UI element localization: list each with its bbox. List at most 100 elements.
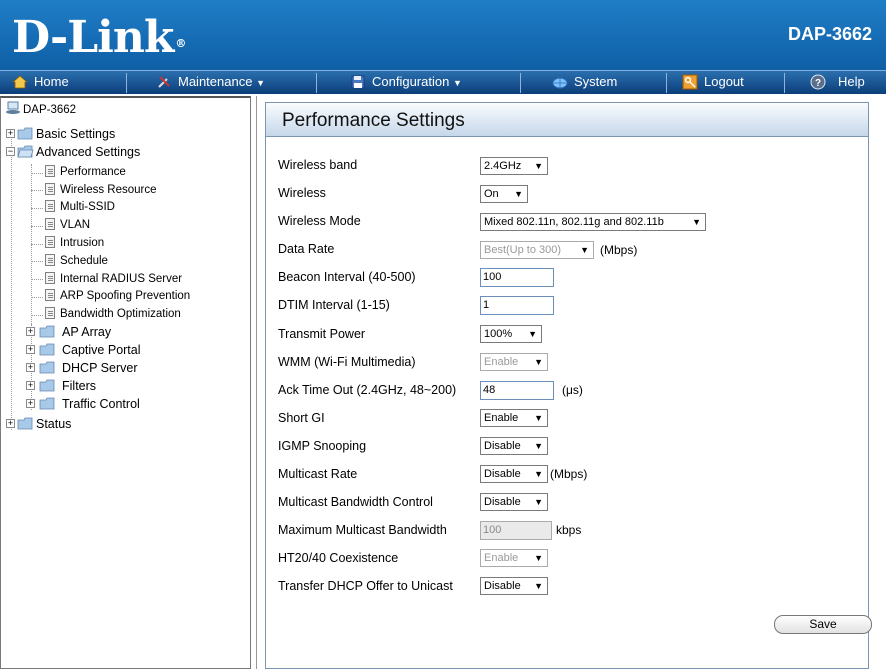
maximum-multicast-bandwidth-input[interactable]: 100 bbox=[480, 521, 552, 540]
tree-item-performance[interactable]: Performance bbox=[45, 164, 126, 181]
tree-collapser[interactable]: − bbox=[6, 147, 15, 156]
tree-item-dhcp-server[interactable]: DHCP Server bbox=[39, 360, 137, 377]
label-multicast-bandwidth-control: Multicast Bandwidth Control bbox=[278, 495, 433, 509]
menu-separator bbox=[316, 73, 317, 93]
label-multicast-rate: Multicast Rate bbox=[278, 467, 358, 481]
menu-separator bbox=[126, 73, 127, 93]
data-rate-select[interactable]: Best(Up to 300) ▼ bbox=[480, 241, 594, 259]
tools-icon bbox=[158, 75, 170, 88]
tree-item-bandwidth-optimization[interactable]: Bandwidth Optimization bbox=[45, 306, 181, 323]
tree-expander[interactable]: + bbox=[26, 363, 35, 372]
tree-item-multi-ssid[interactable]: Multi-SSID bbox=[45, 199, 115, 216]
home-icon bbox=[12, 75, 28, 88]
tree-item-intrusion[interactable]: Intrusion bbox=[45, 235, 104, 252]
label-dtim-interval: DTIM Interval (1-15) bbox=[278, 298, 390, 312]
computer-icon bbox=[6, 101, 20, 114]
maximum-multicast-bandwidth-unit: kbps bbox=[556, 523, 582, 537]
folder-icon bbox=[39, 379, 55, 392]
tree-expander[interactable]: + bbox=[6, 419, 15, 428]
save-button[interactable]: Save bbox=[774, 615, 872, 634]
chevron-down-icon: ▼ bbox=[692, 217, 701, 227]
page-icon bbox=[45, 306, 55, 319]
tree-item-ap-array[interactable]: AP Array bbox=[39, 324, 111, 341]
label-ht20-40-coexistence: HT20/40 Coexistence bbox=[278, 551, 399, 565]
page-title: Performance Settings bbox=[282, 110, 465, 131]
menu-help[interactable]: ? Help bbox=[810, 71, 865, 94]
tree-item-wireless-resource[interactable]: Wireless Resource bbox=[45, 182, 157, 199]
chevron-down-icon: ▼ bbox=[534, 469, 543, 479]
menu-configuration[interactable]: Configuration ▼ bbox=[350, 71, 462, 94]
beacon-interval-input[interactable]: 100 bbox=[480, 268, 554, 287]
tree-item-arp-spoofing-prevention[interactable]: ARP Spoofing Prevention bbox=[45, 288, 190, 305]
folder-icon bbox=[39, 325, 55, 338]
transfer-dhcp-offer-select[interactable]: Disable ▼ bbox=[480, 577, 548, 595]
page-icon bbox=[45, 235, 55, 248]
transmit-power-select[interactable]: 100% ▼ bbox=[480, 325, 542, 343]
menu-separator bbox=[784, 73, 785, 93]
tree-expander[interactable]: + bbox=[26, 345, 35, 354]
tree-item-internal-radius-server[interactable]: Internal RADIUS Server bbox=[45, 271, 182, 288]
tree-expander[interactable]: + bbox=[26, 381, 35, 390]
settings-frame: Performance Settings Wireless band 2.4GH… bbox=[265, 102, 872, 669]
tree-item-schedule[interactable]: Schedule bbox=[45, 253, 108, 270]
tree-item-status[interactable]: Status bbox=[17, 416, 71, 433]
page-icon bbox=[45, 271, 55, 284]
tree-item-captive-portal[interactable]: Captive Portal bbox=[39, 342, 141, 359]
wireless-band-select[interactable]: 2.4GHz ▼ bbox=[480, 157, 548, 175]
dtim-interval-input[interactable]: 1 bbox=[480, 296, 554, 315]
label-data-rate: Data Rate bbox=[278, 242, 335, 256]
tree-item-filters[interactable]: Filters bbox=[39, 378, 96, 395]
chevron-down-icon: ▼ bbox=[452, 78, 462, 88]
tree-expander[interactable]: + bbox=[6, 129, 15, 138]
folder-icon bbox=[17, 127, 33, 140]
tree-expander[interactable]: + bbox=[26, 327, 35, 336]
folder-icon bbox=[39, 361, 55, 374]
tree-item-vlan[interactable]: VLAN bbox=[45, 217, 90, 234]
short-gi-select[interactable]: Enable ▼ bbox=[480, 409, 548, 427]
chevron-down-icon: ▼ bbox=[580, 245, 589, 255]
menu-maintenance[interactable]: Maintenance ▼ bbox=[156, 71, 265, 94]
svg-text:?: ? bbox=[815, 78, 821, 89]
title-bar: Performance Settings bbox=[266, 103, 868, 137]
wireless-select[interactable]: On ▼ bbox=[480, 185, 528, 203]
multicast-bandwidth-control-select[interactable]: Disable ▼ bbox=[480, 493, 548, 511]
multicast-rate-select[interactable]: Disable ▼ bbox=[480, 465, 548, 483]
ack-timeout-unit: (μs) bbox=[562, 383, 583, 397]
chevron-down-icon: ▼ bbox=[534, 161, 543, 171]
tree-item-traffic-control[interactable]: Traffic Control bbox=[39, 396, 140, 413]
help-icon: ? bbox=[810, 74, 826, 90]
floppy-icon bbox=[351, 75, 365, 89]
tree-root-device[interactable]: DAP-3662 bbox=[5, 101, 76, 119]
dlink-logo: D-Link ® bbox=[12, 12, 186, 63]
chevron-down-icon: ▼ bbox=[534, 413, 543, 423]
chevron-down-icon: ▼ bbox=[534, 553, 543, 563]
globe-icon bbox=[552, 77, 568, 89]
chevron-down-icon: ▼ bbox=[534, 581, 543, 591]
wmm-select[interactable]: Enable ▼ bbox=[480, 353, 548, 371]
data-rate-unit: (Mbps) bbox=[600, 243, 638, 257]
menu-system[interactable]: System bbox=[552, 71, 617, 94]
label-maximum-multicast-bandwidth: Maximum Multicast Bandwidth bbox=[278, 523, 447, 537]
wireless-mode-select[interactable]: Mixed 802.11n, 802.11g and 802.11b ▼ bbox=[480, 213, 706, 231]
igmp-snooping-select[interactable]: Disable ▼ bbox=[480, 437, 548, 455]
ack-timeout-input[interactable]: 48 bbox=[480, 381, 554, 400]
tree-item-advanced-settings[interactable]: Advanced Settings bbox=[17, 144, 140, 161]
tree-item-basic-settings[interactable]: Basic Settings bbox=[17, 126, 115, 143]
page-icon bbox=[45, 199, 55, 212]
tree-expander[interactable]: + bbox=[26, 399, 35, 408]
label-wireless-mode: Wireless Mode bbox=[278, 214, 361, 228]
label-wireless-band: Wireless band bbox=[278, 158, 358, 172]
page-icon bbox=[45, 288, 55, 301]
page-icon bbox=[45, 253, 55, 266]
page-icon bbox=[45, 217, 55, 230]
menu-home[interactable]: Home bbox=[12, 71, 69, 94]
menu-separator bbox=[666, 73, 667, 93]
menu-bar: Home Maintenance ▼ Configuration ▼ Syste… bbox=[0, 70, 886, 94]
menu-logout[interactable]: Logout bbox=[682, 71, 744, 94]
ht20-40-coexistence-select[interactable]: Enable ▼ bbox=[480, 549, 548, 567]
chevron-down-icon: ▼ bbox=[528, 329, 537, 339]
page-icon bbox=[45, 182, 55, 195]
model-name: DAP-3662 bbox=[787, 24, 872, 44]
main-panel: Performance Settings Wireless band 2.4GH… bbox=[256, 96, 886, 669]
label-short-gi: Short GI bbox=[278, 411, 325, 425]
